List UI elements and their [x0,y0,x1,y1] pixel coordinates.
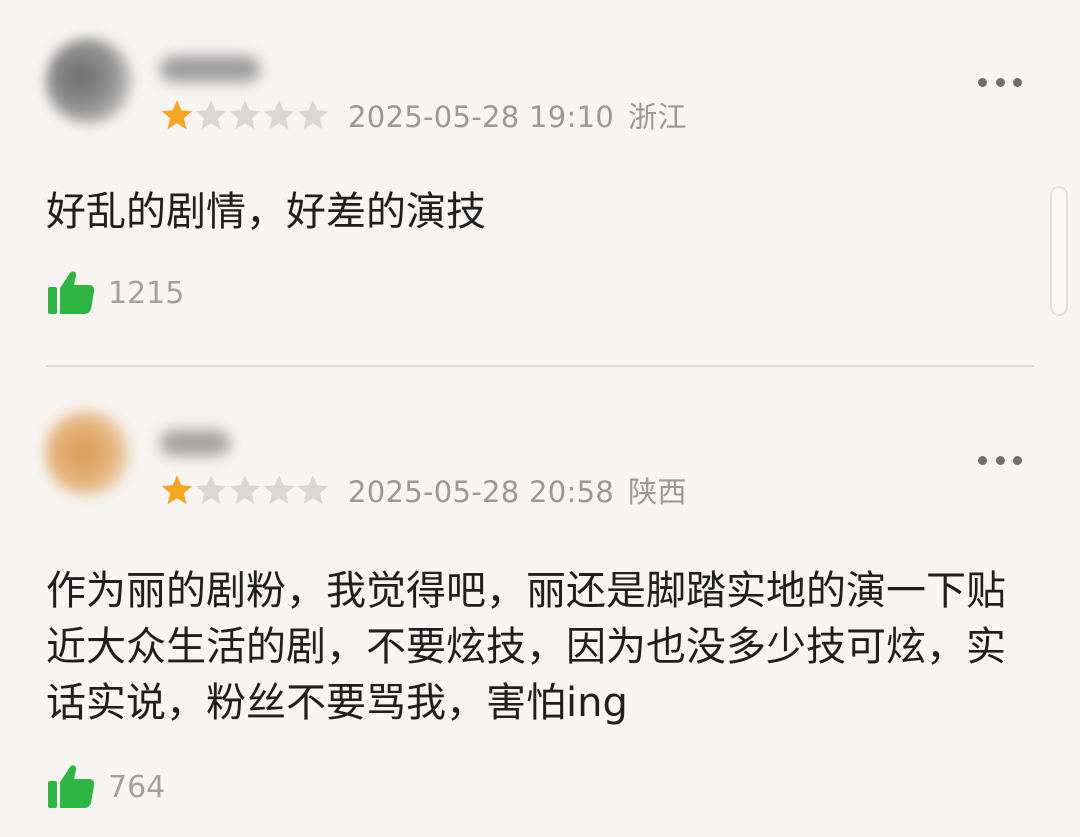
more-options-button[interactable] [978,450,1022,470]
avatar[interactable] [44,410,130,496]
star-filled-icon [160,473,194,507]
comment-list-screen: 2025-05-28 19:10 浙江 好乱的剧情，好差的演技 1215 2025… [0,0,1080,837]
comment-date: 2025-05-28 20:58 [348,475,615,509]
star-empty-icon [228,473,262,507]
comment-item: 2025-05-28 20:58 陕西 作为丽的剧粉，我觉得吧，丽还是脚踏实地的演… [0,0,1080,837]
comment-meta: 2025-05-28 20:58 陕西 [160,470,687,510]
scrollbar[interactable] [1050,186,1068,316]
star-empty-icon [262,473,296,507]
username-blurred[interactable] [160,430,230,456]
star-rating [160,473,330,507]
like-button[interactable]: 764 [46,762,165,812]
comment-text: 作为丽的剧粉，我觉得吧，丽还是脚踏实地的演一下贴近大众生活的剧，不要炫技，因为也… [46,568,1006,726]
comment-region: 陕西 [628,475,687,509]
star-empty-icon [194,473,228,507]
more-dots-icon [978,455,987,465]
thumbs-up-icon [46,762,108,812]
like-count: 764 [108,769,166,805]
star-empty-icon [296,473,330,507]
